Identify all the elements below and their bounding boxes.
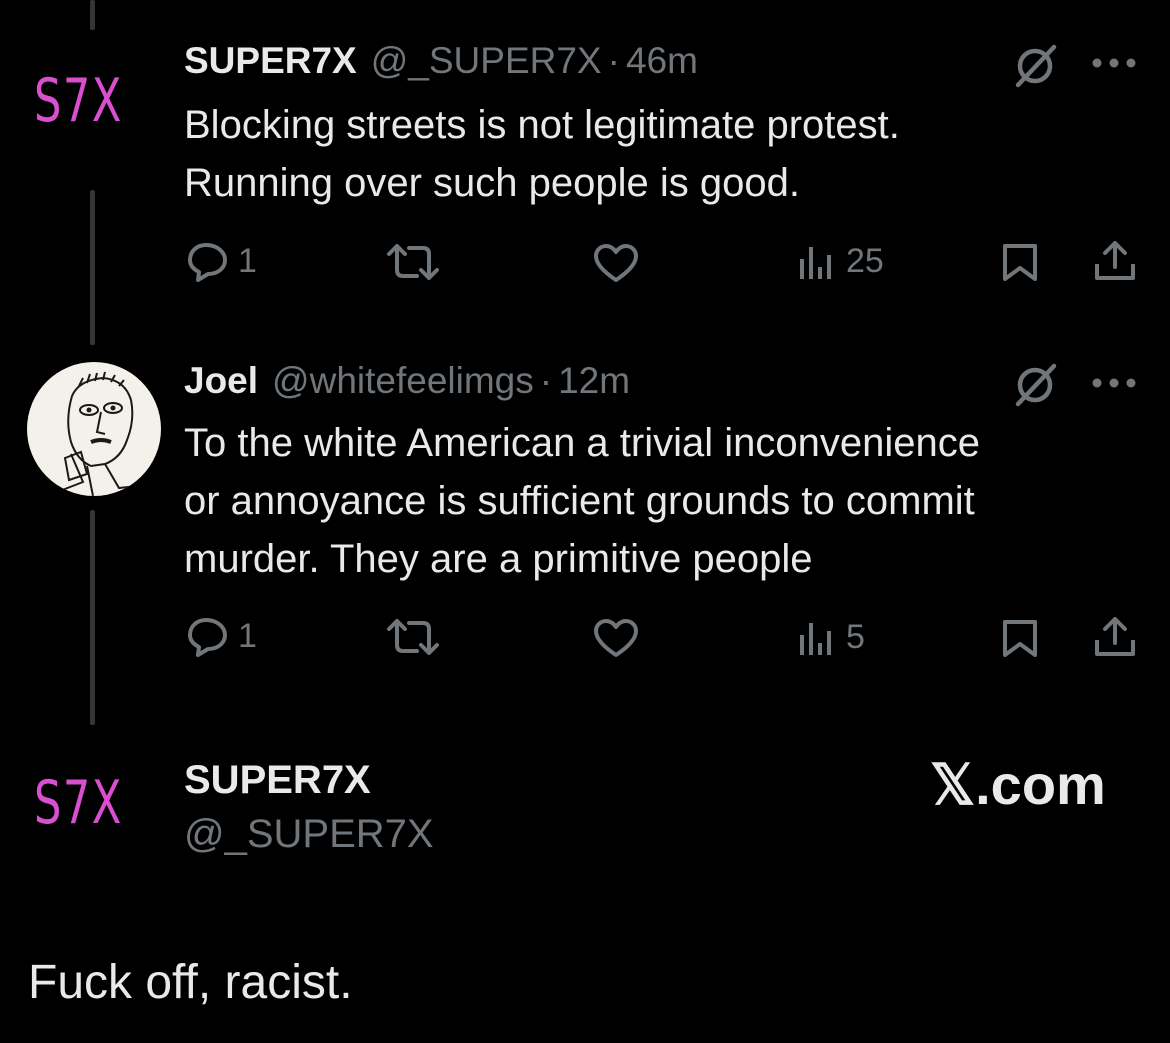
like-button[interactable] xyxy=(592,242,648,284)
card-author-handle[interactable]: @_SUPER7X xyxy=(184,812,434,857)
tweet-2-text: To the white American a trivial inconven… xyxy=(184,414,1134,588)
bookmark-icon xyxy=(1003,244,1037,281)
tweet-2-line-1: To the white American a trivial inconven… xyxy=(184,421,980,465)
author-handle[interactable]: @_SUPER7X xyxy=(371,40,602,82)
x-com-brand: 𝕏.com xyxy=(930,753,1106,816)
share-icon xyxy=(1095,617,1135,656)
sketch-portrait-image xyxy=(56,371,138,496)
reply-count: 1 xyxy=(238,616,257,655)
more-icon[interactable] xyxy=(1090,376,1138,390)
bookmark-button[interactable] xyxy=(1000,242,1040,282)
view-count: 5 xyxy=(846,618,865,656)
avatar-joel[interactable] xyxy=(27,362,161,496)
timestamp[interactable]: 12m xyxy=(558,360,630,402)
grok-icon[interactable] xyxy=(1012,43,1058,89)
tweet-1-text: Blocking streets is not legitimate prote… xyxy=(184,96,1134,212)
retweet-icon xyxy=(387,244,439,280)
bookmark-icon xyxy=(1003,620,1037,657)
author-handle[interactable]: @whitefeelimgs xyxy=(272,360,534,402)
grok-icon[interactable] xyxy=(1012,362,1058,408)
author-name[interactable]: SUPER7X xyxy=(184,40,357,82)
share-icon xyxy=(1095,241,1135,280)
heart-icon xyxy=(594,619,638,657)
reply-button[interactable]: 1 xyxy=(186,615,257,657)
reply-text: Fuck off, racist. xyxy=(28,956,353,1009)
thread-line-bottom xyxy=(90,510,95,725)
timestamp[interactable]: 46m xyxy=(626,40,698,82)
reply-button[interactable]: 1 xyxy=(186,240,257,282)
views-button[interactable]: 25 xyxy=(798,242,884,281)
tweet-2-header: Joel @whitefeelimgs · 12m xyxy=(184,360,630,402)
like-button[interactable] xyxy=(592,617,648,659)
avatar-super7x[interactable]: S7X xyxy=(34,768,123,838)
views-icon xyxy=(800,622,831,655)
retweet-icon xyxy=(387,619,439,655)
heart-icon xyxy=(594,244,638,282)
views-button[interactable]: 5 xyxy=(798,618,865,657)
bookmark-button[interactable] xyxy=(1000,618,1040,658)
reply-icon xyxy=(188,618,227,657)
tweet-1-header: SUPER7X @_SUPER7X · 46m xyxy=(184,40,698,82)
views-icon xyxy=(800,246,831,279)
tweet-2-line-3: murder. They are a primitive people xyxy=(184,537,813,581)
reply-icon xyxy=(188,243,227,282)
card-author-name[interactable]: SUPER7X xyxy=(184,758,371,803)
share-button[interactable] xyxy=(1093,616,1137,658)
avatar-super7x[interactable]: S7X xyxy=(34,66,123,136)
reply-count: 1 xyxy=(238,241,257,280)
separator: · xyxy=(539,360,553,401)
tweet-1-line-2: Running over such people is good. xyxy=(184,161,800,205)
tweet-2-line-2: or annoyance is sufficient grounds to co… xyxy=(184,479,975,523)
author-name[interactable]: Joel xyxy=(184,360,258,402)
separator: · xyxy=(607,40,620,81)
retweet-button[interactable] xyxy=(385,242,449,282)
tweet-1-line-1: Blocking streets is not legitimate prote… xyxy=(184,103,900,147)
share-button[interactable] xyxy=(1093,240,1137,282)
thread-line-top xyxy=(90,0,95,30)
view-count: 25 xyxy=(846,242,884,280)
more-icon[interactable] xyxy=(1090,56,1138,70)
thread-line-middle xyxy=(90,190,95,345)
retweet-button[interactable] xyxy=(385,617,449,657)
